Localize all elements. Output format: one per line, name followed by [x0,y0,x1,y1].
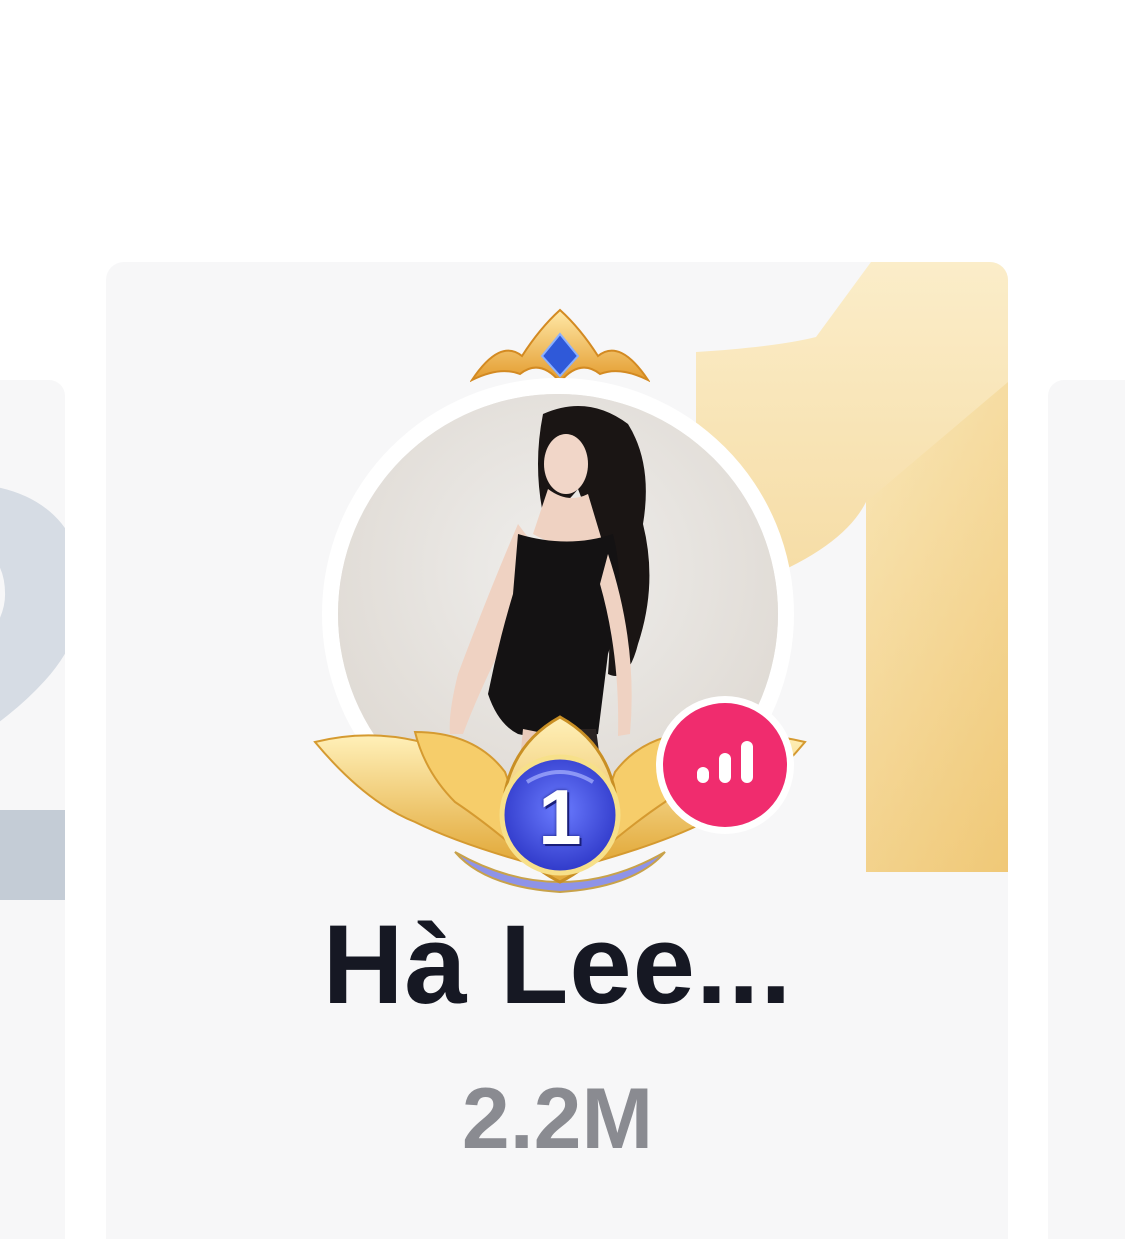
live-indicator[interactable] [656,696,794,834]
creator-score: 2.2M [461,1071,654,1167]
creator-username[interactable]: Hà Lee... [0,900,1115,1029]
rank-number-badge: 1 [538,773,582,861]
live-indicator-icon [663,703,787,827]
rank-2-band [0,810,65,900]
crown-icon [470,308,650,384]
leaderboard-podium: 2 [0,0,1125,1239]
